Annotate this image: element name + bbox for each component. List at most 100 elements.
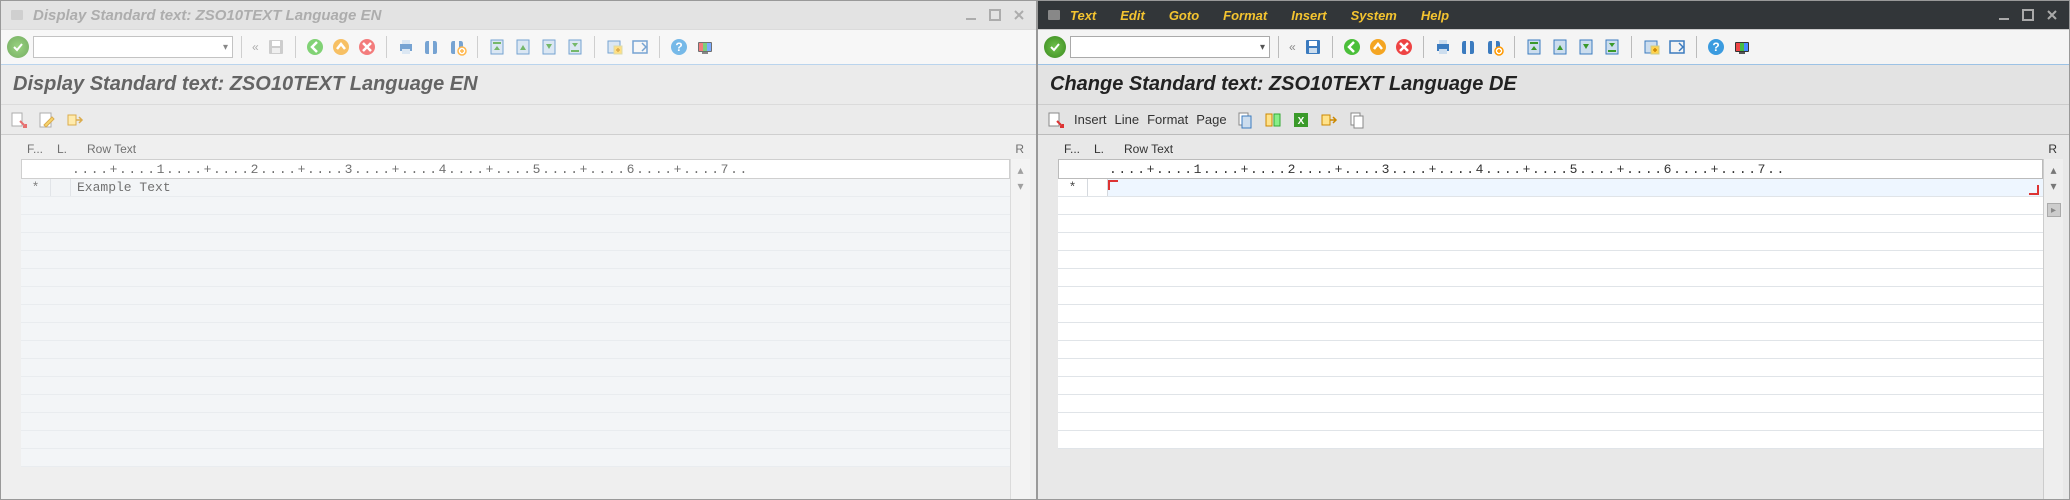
scroll-down-icon[interactable]: ▾ [2050, 179, 2056, 193]
text-line[interactable]: * [1058, 179, 2043, 197]
sap-logo-icon [1046, 7, 1062, 23]
col-rowtext: Row Text [1124, 142, 2037, 156]
separator [241, 36, 242, 58]
menu-system[interactable]: System [1351, 8, 1397, 23]
format-column: * [21, 179, 51, 196]
system-toolbar: ▾ « ? [1, 29, 1036, 65]
new-session-icon[interactable] [603, 36, 625, 58]
cancel-icon[interactable] [1393, 36, 1415, 58]
editor-header: F... L. Row Text R [21, 139, 1030, 159]
command-field[interactable]: ▾ [1070, 36, 1270, 58]
separator [659, 36, 660, 58]
select-icon[interactable] [1263, 110, 1283, 130]
menu-page[interactable]: Page [1196, 112, 1226, 127]
find-icon[interactable] [1458, 36, 1480, 58]
copy-icon[interactable] [1347, 110, 1367, 130]
format-column[interactable]: * [1058, 179, 1088, 196]
maximize-icon[interactable] [2019, 6, 2037, 24]
minimize-icon[interactable] [1995, 6, 2013, 24]
layout-icon[interactable] [629, 36, 651, 58]
help-icon[interactable]: ? [668, 36, 690, 58]
cancel-icon[interactable] [356, 36, 378, 58]
text-lines[interactable]: * [1058, 179, 2043, 449]
print-icon[interactable] [395, 36, 417, 58]
svg-text:X: X [1297, 116, 1304, 127]
col-format: F... [27, 142, 57, 156]
editor-header: F... L. Row Text R [1058, 139, 2063, 159]
find-next-icon[interactable] [447, 36, 469, 58]
menubar: Text Edit Goto Format Insert System Help [1070, 8, 1449, 23]
save-icon[interactable] [265, 36, 287, 58]
gui-settings-icon[interactable] [694, 36, 716, 58]
svg-text:?: ? [675, 40, 682, 54]
print-icon[interactable] [1432, 36, 1454, 58]
chevron-left-icon[interactable]: « [1287, 40, 1298, 54]
scrollbar[interactable]: ▴ ▾ ▸ [2043, 159, 2063, 499]
scroll-up-icon[interactable]: ▴ [2050, 163, 2056, 177]
command-field[interactable]: ▾ [33, 36, 233, 58]
menu-format[interactable]: Format [1223, 8, 1267, 23]
other-object-icon[interactable] [9, 110, 29, 130]
clipboard-icon[interactable] [1235, 110, 1255, 130]
next-page-icon[interactable] [1575, 36, 1597, 58]
enter-icon[interactable] [1044, 36, 1066, 58]
excel-icon[interactable]: X [1291, 110, 1311, 130]
menu-text[interactable]: Text [1070, 8, 1096, 23]
col-line: L. [1094, 142, 1124, 156]
graphic-editor-icon[interactable] [65, 110, 85, 130]
screen-title: Display Standard text: ZSO10TEXT Languag… [1, 65, 1036, 105]
menu-format[interactable]: Format [1147, 112, 1188, 127]
dropdown-icon[interactable]: ▾ [1260, 42, 1265, 53]
separator [1332, 36, 1333, 58]
menu-edit[interactable]: Edit [1120, 8, 1145, 23]
gui-settings-icon[interactable] [1731, 36, 1753, 58]
line-text[interactable] [1108, 179, 2043, 196]
separator [295, 36, 296, 58]
app-toolbar: Insert Line Format Page X [1038, 105, 2069, 135]
help-icon[interactable]: ? [1705, 36, 1727, 58]
find-icon[interactable] [421, 36, 443, 58]
last-page-icon[interactable] [1601, 36, 1623, 58]
first-page-icon[interactable] [486, 36, 508, 58]
last-page-icon[interactable] [564, 36, 586, 58]
scroll-right-icon[interactable]: ▸ [2047, 203, 2061, 217]
chevron-left-icon[interactable]: « [250, 40, 261, 54]
menu-goto[interactable]: Goto [1169, 8, 1199, 23]
line-column[interactable] [1088, 179, 1108, 196]
menu-insert[interactable]: Insert [1074, 112, 1107, 127]
first-page-icon[interactable] [1523, 36, 1545, 58]
separator [1278, 36, 1279, 58]
maximize-icon[interactable] [986, 6, 1004, 24]
editor-area: F... L. Row Text R ....+....1....+....2.… [1, 135, 1036, 499]
back-icon[interactable] [304, 36, 326, 58]
find-next-icon[interactable] [1484, 36, 1506, 58]
menu-help[interactable]: Help [1421, 8, 1449, 23]
close-icon[interactable] [1010, 6, 1028, 24]
graphic-editor-icon[interactable] [1319, 110, 1339, 130]
system-toolbar: ▾ « ? [1038, 29, 2069, 65]
minimize-icon[interactable] [962, 6, 980, 24]
close-icon[interactable] [2043, 6, 2061, 24]
exit-icon[interactable] [1367, 36, 1389, 58]
exit-icon[interactable] [330, 36, 352, 58]
scrollbar[interactable]: ▴ ▾ [1010, 159, 1030, 499]
new-session-icon[interactable] [1640, 36, 1662, 58]
menu-insert[interactable]: Insert [1291, 8, 1326, 23]
prev-page-icon[interactable] [512, 36, 534, 58]
change-icon[interactable] [37, 110, 57, 130]
back-icon[interactable] [1341, 36, 1363, 58]
enter-icon[interactable] [7, 36, 29, 58]
line-text: Example Text [71, 179, 1010, 196]
separator [594, 36, 595, 58]
layout-icon[interactable] [1666, 36, 1688, 58]
dropdown-icon[interactable]: ▾ [223, 42, 228, 53]
menu-line[interactable]: Line [1115, 112, 1140, 127]
prev-page-icon[interactable] [1549, 36, 1571, 58]
scroll-up-icon[interactable]: ▴ [1017, 163, 1023, 177]
other-object-icon[interactable] [1046, 110, 1066, 130]
next-page-icon[interactable] [538, 36, 560, 58]
app-toolbar [1, 105, 1036, 135]
screen-title: Change Standard text: ZSO10TEXT Language… [1038, 65, 2069, 105]
save-icon[interactable] [1302, 36, 1324, 58]
scroll-down-icon[interactable]: ▾ [1017, 179, 1023, 193]
